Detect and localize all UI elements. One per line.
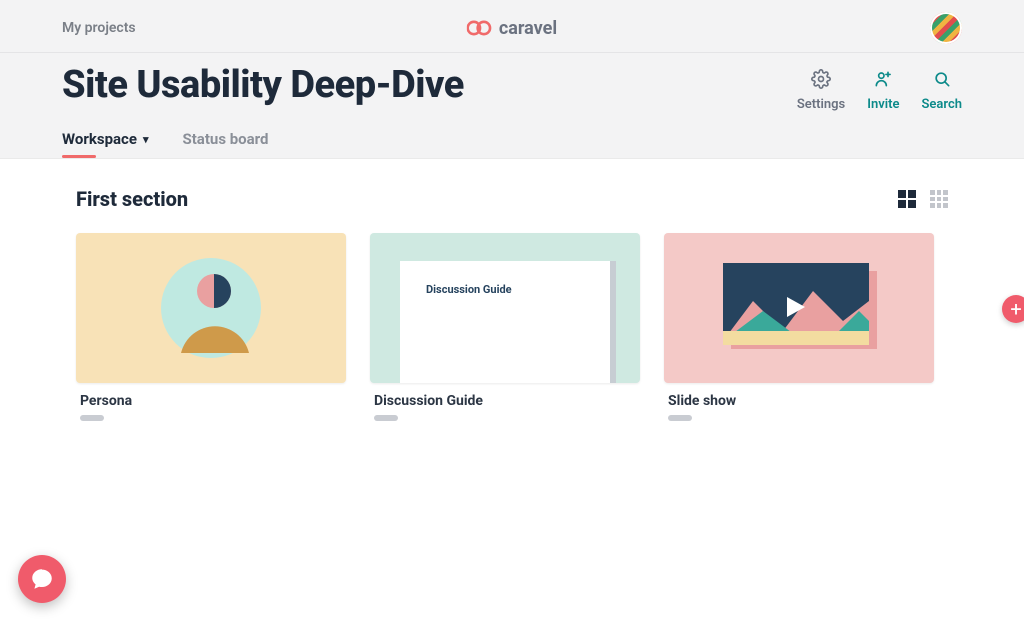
card-discussion-thumb: Discussion Guide [370, 233, 640, 383]
section-header: First section [76, 187, 948, 211]
chat-icon [29, 566, 55, 592]
project-actions: Settings Invite [797, 63, 962, 112]
user-avatar[interactable] [930, 12, 962, 44]
add-card-button[interactable]: + [1002, 295, 1024, 323]
topbar: My projects caravel [0, 0, 1024, 53]
card-persona-meta [80, 415, 104, 421]
gear-icon [811, 69, 831, 93]
settings-button[interactable]: Settings [797, 69, 845, 112]
view-toggles [898, 190, 948, 208]
invite-button[interactable]: Invite [867, 69, 899, 112]
search-label: Search [921, 97, 962, 112]
document-illustration: Discussion Guide [400, 261, 610, 383]
card-slideshow-title: Slide show [668, 393, 934, 409]
breadcrumb[interactable]: My projects [62, 20, 136, 36]
card-discussion-guide[interactable]: Discussion Guide Discussion Guide [370, 233, 640, 421]
search-button[interactable]: Search [921, 69, 962, 112]
tab-status-board-label: Status board [183, 130, 269, 148]
card-discussion-title: Discussion Guide [374, 393, 640, 409]
card-slideshow-thumb [664, 233, 934, 383]
brand-name: caravel [499, 18, 557, 39]
card-slide-show[interactable]: Slide show [664, 233, 934, 421]
card-persona-thumb [76, 233, 346, 383]
settings-label: Settings [797, 97, 845, 112]
slideshow-illustration-icon [709, 253, 889, 363]
content-region: First section Persona [0, 159, 1024, 421]
chevron-down-icon: ▾ [143, 133, 149, 146]
view-small-grid-icon[interactable] [930, 190, 948, 208]
title-bar: Site Usability Deep-Dive Settings [0, 53, 1024, 112]
section-title: First section [76, 187, 188, 211]
brand-logo-icon [467, 19, 493, 37]
view-large-grid-icon[interactable] [898, 190, 916, 208]
card-persona-title: Persona [80, 393, 346, 409]
tabs: Workspace ▾ Status board [0, 112, 1024, 158]
persona-illustration-icon [156, 253, 266, 363]
tab-status-board[interactable]: Status board [183, 130, 269, 148]
tab-workspace[interactable]: Workspace ▾ [62, 130, 149, 148]
card-slideshow-meta [668, 415, 692, 421]
search-icon [932, 69, 952, 93]
invite-label: Invite [867, 97, 899, 112]
document-heading: Discussion Guide [426, 283, 512, 296]
user-plus-icon [873, 69, 893, 93]
plus-icon: + [1010, 299, 1021, 319]
header-region: My projects caravel Site Usability Deep-… [0, 0, 1024, 159]
brand[interactable]: caravel [467, 18, 557, 39]
tab-workspace-label: Workspace [62, 130, 137, 148]
chat-launcher-button[interactable] [18, 555, 66, 603]
card-discussion-meta [374, 415, 398, 421]
project-title: Site Usability Deep-Dive [62, 63, 464, 107]
card-persona[interactable]: Persona [76, 233, 346, 421]
cards-row: Persona Discussion Guide Discussion Guid… [62, 233, 962, 421]
